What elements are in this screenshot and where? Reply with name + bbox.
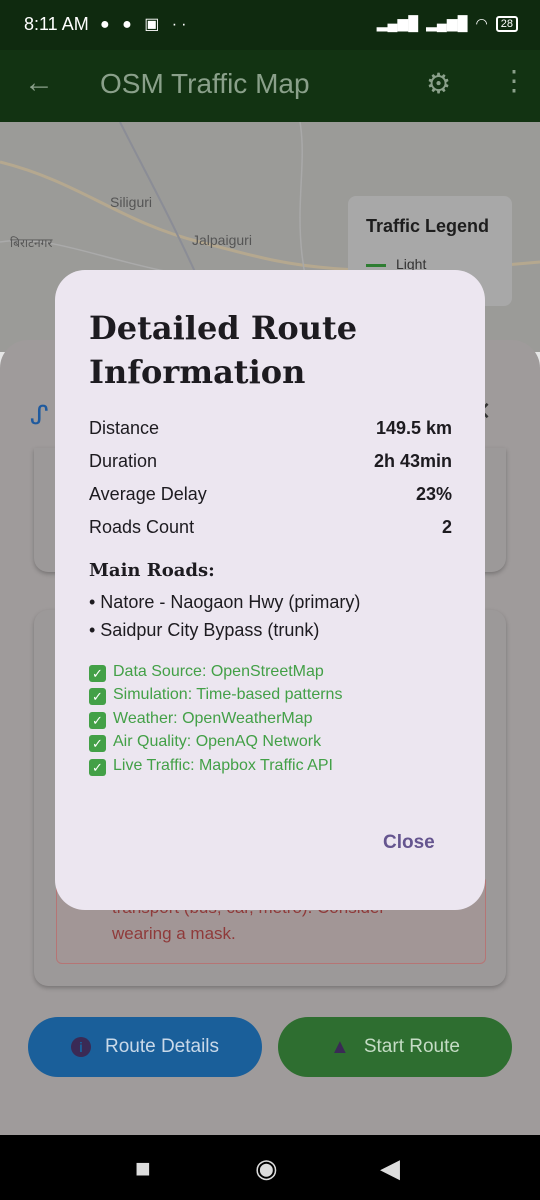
back-nav-icon[interactable]: ◀ [380, 1153, 400, 1184]
map-label-siliguri: Siliguri [110, 194, 153, 210]
info-icon: i [70, 1037, 91, 1057]
map-label-jalpaiguri: Jalpaiguri [192, 232, 252, 248]
notification-icons: ● ● ▣ ·· [100, 16, 191, 33]
start-route-button[interactable]: ▲ Start Route [278, 1017, 512, 1077]
road-item: • Natore - Naogaon Hwy (primary) [89, 592, 361, 612]
route-icon: ᔑ [30, 400, 49, 430]
wifi-icon: ◠ [475, 15, 488, 31]
check-icon: ✓ [89, 665, 106, 682]
close-button[interactable]: Close [383, 832, 435, 854]
status-bar: 8:11 AM ● ● ▣ ·· ▂▄▆█ ▂▄▆█ ◠ 28 [0, 0, 540, 50]
road-item: • Saidpur City Bypass (trunk) [89, 620, 320, 640]
back-arrow-icon[interactable]: ← [24, 66, 54, 100]
check-icon: ✓ [89, 735, 106, 752]
legend-swatch [366, 263, 386, 267]
info-line-weather: ✓ Weather: OpenWeatherMap [89, 710, 313, 729]
route-details-button[interactable]: i Route Details [28, 1017, 262, 1077]
stat-row-delay: Average Delay 23% [89, 484, 452, 512]
stat-value: 23% [415, 484, 452, 504]
recents-icon[interactable]: ■ [135, 1153, 151, 1184]
legend-title: Traffic Legend [366, 216, 490, 236]
info-line-simulation: ✓ Simulation: Time-based patterns [89, 686, 342, 705]
stat-label: Roads Count [89, 517, 195, 537]
info-line-data-source: ✓ Data Source: OpenStreetMap [89, 663, 324, 682]
main-roads-title: Main Roads: [89, 560, 215, 581]
info-line-live-traffic: ✓ Live Traffic: Mapbox Traffic API [89, 757, 333, 776]
more-options-icon[interactable]: ⋮ [500, 64, 528, 97]
gear-icon[interactable]: ⚙ [426, 67, 451, 100]
dialog-title: Detailed Route Information [89, 309, 358, 391]
signal-icon-2: ▂▄▆█ [426, 15, 468, 31]
stat-value: 2h 43min [373, 451, 452, 471]
navigation-icon: ▲ [330, 1035, 350, 1058]
stat-row-duration: Duration 2h 43min [89, 451, 452, 479]
check-icon: ✓ [89, 712, 106, 729]
stat-label: Average Delay [89, 484, 207, 504]
home-icon[interactable]: ◉ [255, 1153, 278, 1184]
stat-value: 149.5 km [375, 418, 452, 438]
start-route-label: Start Route [363, 1036, 460, 1057]
map-label-biratnagar: बिराटनगर [10, 236, 53, 250]
stat-value: 2 [441, 517, 452, 537]
warning-text-line2: wearing a mask. [112, 924, 236, 943]
route-details-label: Route Details [104, 1036, 220, 1057]
info-line-air-quality: ✓ Air Quality: OpenAQ Network [89, 733, 321, 752]
status-time: 8:11 AM [24, 14, 89, 34]
app-bar: ← OSM Traffic Map ⚙ ⋮ [0, 50, 540, 122]
stat-label: Duration [89, 451, 158, 471]
app-title: OSM Traffic Map [100, 68, 310, 99]
check-icon: ✓ [89, 688, 106, 705]
check-icon: ✓ [89, 759, 106, 776]
stat-row-roads-count: Roads Count 2 [89, 517, 452, 545]
signal-icon: ▂▄▆█ [376, 15, 419, 31]
system-nav-bar: ■ ◉ ◀ [0, 1135, 540, 1200]
stat-row-distance: Distance 149.5 km [89, 418, 452, 446]
battery-icon: 28 [495, 15, 518, 32]
route-details-dialog: Detailed Route Information Distance 149.5… [55, 270, 485, 910]
status-right: ▂▄▆█ ▂▄▆█ ◠ 28 [377, 15, 518, 32]
stat-label: Distance [89, 418, 160, 438]
